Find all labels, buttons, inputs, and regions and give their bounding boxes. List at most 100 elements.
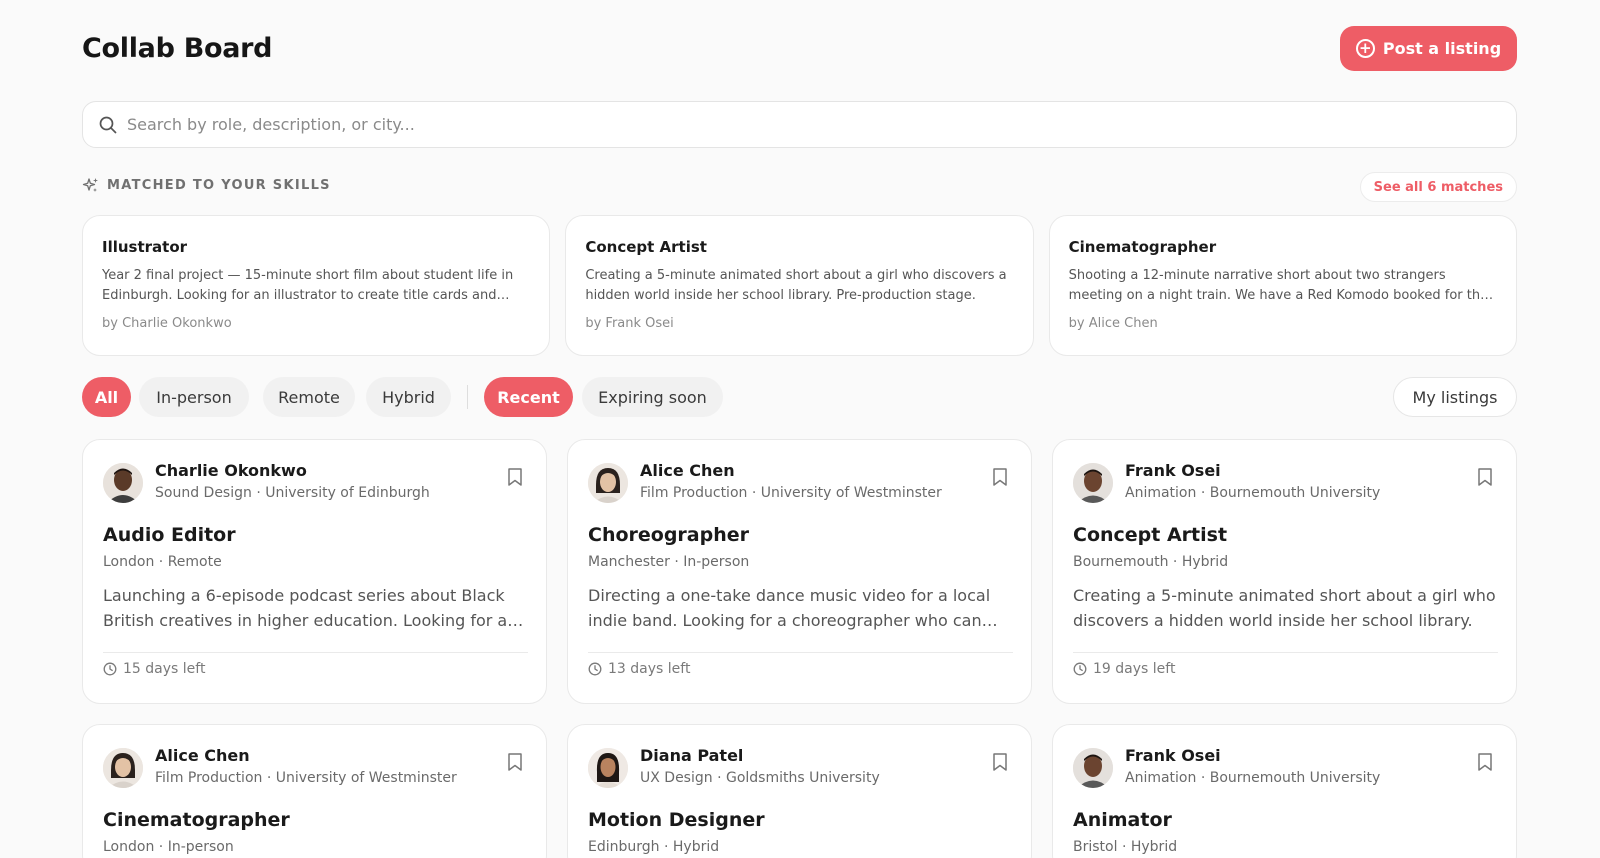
listing-city: Bristol (1073, 839, 1118, 855)
listing-author: Diana Patel (640, 746, 744, 765)
listing-location: Manchester · In-person (588, 554, 750, 570)
listing-university: Bournemouth University (1209, 770, 1381, 786)
avatar (588, 463, 628, 503)
listing-discipline: UX Design (640, 770, 713, 786)
listing-affiliation: Animation · Bournemouth University (1125, 485, 1381, 501)
clock-icon (103, 662, 117, 676)
listing-location: Bristol · Hybrid (1073, 839, 1178, 855)
listing-card[interactable]: Alice Chen Film Production · University … (82, 724, 547, 858)
listing-affiliation: Animation · Bournemouth University (1125, 770, 1381, 786)
listing-deadline: 13 days left (588, 661, 690, 677)
page-title: Collab Board (82, 33, 273, 64)
listing-role: Concept Artist (1073, 524, 1228, 546)
listing-location: London · In-person (103, 839, 234, 855)
sort-chip-expiring-soon[interactable]: Expiring soon (582, 377, 723, 417)
matched-card[interactable]: Concept Artist Creating a 5-minute anima… (565, 215, 1034, 356)
bookmark-icon[interactable] (506, 752, 524, 772)
listing-mode: Remote (167, 554, 222, 570)
deadline-text: 15 days left (123, 661, 206, 677)
search-icon (99, 116, 117, 134)
listing-mode: Hybrid (1130, 839, 1178, 855)
my-listings-button[interactable]: My listings (1393, 377, 1517, 417)
listing-description: Creating a 5-minute animated short about… (1073, 586, 1496, 630)
listing-affiliation: Film Production · University of Westmins… (640, 485, 942, 501)
matched-section-header: MATCHED TO YOUR SKILLS See all 6 matches (82, 172, 1517, 202)
listing-mode: In-person (167, 839, 234, 855)
filter-chip-hybrid[interactable]: Hybrid (366, 377, 451, 417)
matched-card-role: Cinematographer (1068, 238, 1217, 256)
listing-city: London (103, 839, 155, 855)
matched-card-description: Year 2 final project — 15-minute short f… (102, 268, 514, 303)
divider (103, 652, 528, 653)
listing-university: University of Edinburgh (265, 485, 430, 501)
listing-discipline: Film Production (640, 485, 748, 501)
avatar (103, 463, 143, 503)
divider (588, 652, 1013, 653)
matched-card[interactable]: Illustrator Year 2 final project — 15-mi… (82, 215, 551, 356)
filter-divider (467, 385, 468, 409)
matched-card-author: by Alice Chen (1068, 316, 1158, 331)
bookmark-icon[interactable] (506, 467, 524, 487)
listing-author: Alice Chen (155, 746, 250, 765)
see-all-matches-button[interactable]: See all 6 matches (1359, 172, 1517, 202)
matched-label: MATCHED TO YOUR SKILLS (82, 177, 331, 194)
listing-author: Frank Osei (1125, 461, 1221, 480)
clock-icon (1073, 662, 1087, 676)
listing-role: Cinematographer (103, 809, 290, 831)
avatar (588, 748, 628, 788)
listing-deadline: 15 days left (103, 661, 205, 677)
post-listing-button[interactable]: + Post a listing (1340, 26, 1517, 71)
matched-cards: Illustrator Year 2 final project — 15-mi… (82, 215, 1517, 356)
filter-bar: All In-person Remote Hybrid Recent Expir… (82, 377, 1517, 417)
listing-location: London · Remote (103, 554, 222, 570)
page-header: Collab Board + Post a listing (82, 26, 1517, 72)
search-input[interactable] (127, 102, 1497, 147)
listing-card[interactable]: Alice Chen Film Production · University … (567, 439, 1032, 704)
listing-card[interactable]: Frank Osei Animation · Bournemouth Unive… (1052, 439, 1517, 704)
listing-location: Edinburgh · Hybrid (588, 839, 720, 855)
listing-description: Launching a 6-episode podcast series abo… (103, 586, 518, 630)
bookmark-icon[interactable] (1476, 752, 1494, 772)
filter-chip-remote[interactable]: Remote (263, 377, 355, 417)
listing-role: Audio Editor (103, 524, 236, 546)
listing-card[interactable]: Charlie Okonkwo Sound Design · Universit… (82, 439, 547, 704)
divider (1073, 652, 1498, 653)
listing-discipline: Animation (1125, 485, 1197, 501)
listing-description: Directing a one-take dance music video f… (588, 586, 991, 630)
avatar (103, 748, 143, 788)
listing-author: Charlie Okonkwo (155, 461, 307, 480)
plus-circle-icon: + (1355, 39, 1375, 58)
listing-deadline: 19 days left (1073, 661, 1175, 677)
listing-city: Manchester (588, 554, 670, 570)
listing-mode: Hybrid (672, 839, 720, 855)
listing-card[interactable]: Frank Osei Animation · Bournemouth Unive… (1052, 724, 1517, 858)
listing-mode: Hybrid (1181, 554, 1229, 570)
listing-role: Animator (1073, 809, 1172, 831)
listing-role: Motion Designer (588, 809, 765, 831)
listing-location: Bournemouth · Hybrid (1073, 554, 1229, 570)
collab-board-page: Collab Board + Post a listing MATCHED TO… (82, 0, 1517, 858)
clock-icon (588, 662, 602, 676)
search-bar (82, 101, 1517, 148)
matched-card-author: by Frank Osei (585, 316, 674, 331)
matched-card[interactable]: Cinematographer Shooting a 12-minute nar… (1048, 215, 1517, 356)
listing-role: Choreographer (588, 524, 750, 546)
listing-discipline: Animation (1125, 770, 1197, 786)
filter-chip-in-person[interactable]: In-person (139, 377, 249, 417)
matched-card-role: Illustrator (102, 238, 188, 256)
listing-card[interactable]: Diana Patel UX Design · Goldsmiths Unive… (567, 724, 1032, 858)
sort-chip-recent[interactable]: Recent (484, 377, 573, 417)
matched-card-author: by Charlie Okonkwo (102, 316, 232, 331)
bookmark-icon[interactable] (1476, 467, 1494, 487)
bookmark-icon[interactable] (991, 467, 1009, 487)
deadline-text: 13 days left (608, 661, 691, 677)
listing-university: Goldsmiths University (725, 770, 880, 786)
sparkles-icon (82, 178, 98, 192)
avatar (1073, 463, 1113, 503)
listing-city: Edinburgh (588, 839, 660, 855)
listing-university: University of Westminster (275, 770, 457, 786)
bookmark-icon[interactable] (991, 752, 1009, 772)
listing-university: University of Westminster (760, 485, 942, 501)
filter-chip-all[interactable]: All (82, 377, 131, 417)
listing-university: Bournemouth University (1209, 485, 1381, 501)
